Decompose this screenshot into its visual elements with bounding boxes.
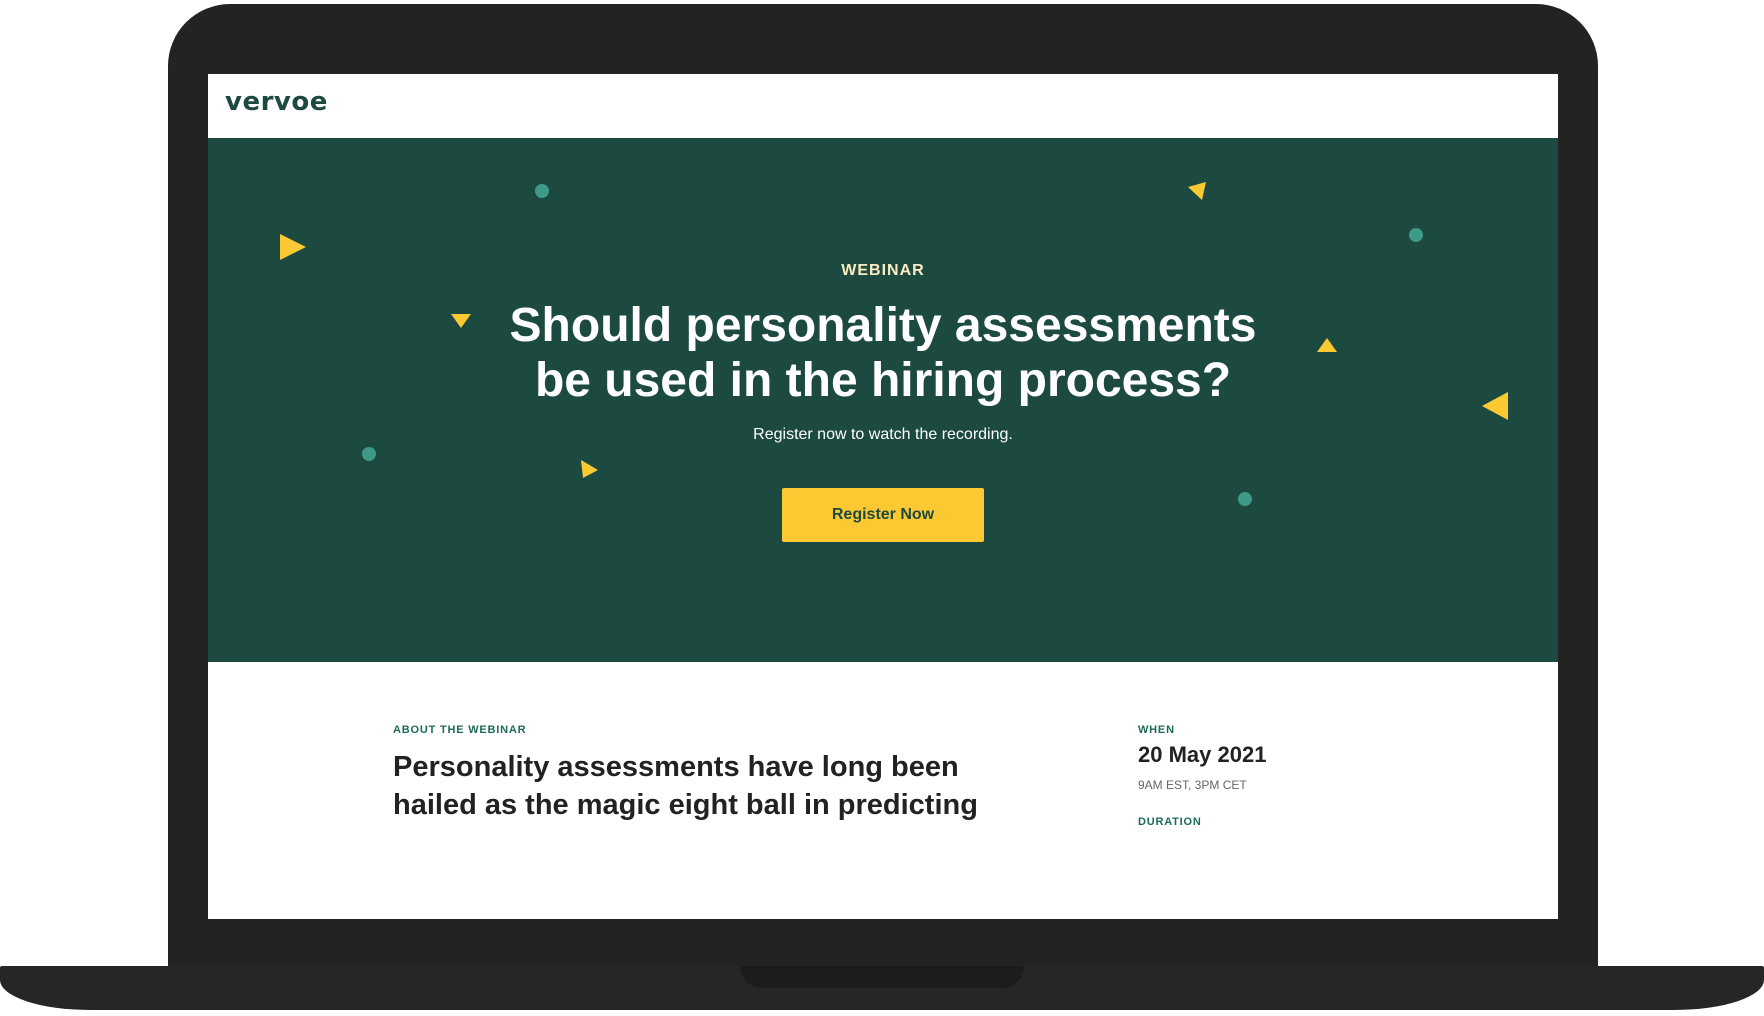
decor-dot-icon — [362, 447, 376, 461]
when-label: WHEN — [1138, 724, 1175, 736]
decor-triangle-icon — [581, 460, 598, 478]
decor-triangle-icon — [280, 234, 306, 260]
about-webinar-label: ABOUT THE WEBINAR — [393, 724, 527, 736]
decor-dot-icon — [1409, 228, 1423, 242]
register-now-button[interactable]: Register Now — [782, 488, 984, 542]
event-date: 20 May 2021 — [1138, 742, 1267, 767]
page-title-line: Should personality assessments — [509, 299, 1257, 352]
webinar-eyebrow: WEBINAR — [841, 262, 925, 279]
browser-screen: vervoe WEBINAR Should personality assess… — [208, 74, 1558, 919]
page-title: Should personality assessments be used i… — [208, 298, 1558, 408]
vervoe-logo[interactable]: vervoe — [225, 87, 328, 117]
about-heading-line: hailed as the magic eight ball in predic… — [393, 789, 978, 821]
hero-subtitle: Register now to watch the recording. — [753, 426, 1013, 443]
decor-triangle-icon — [1188, 182, 1206, 200]
event-time: 9AM EST, 3PM CET — [1138, 778, 1247, 792]
laptop-notch — [740, 966, 1024, 988]
decor-dot-icon — [1238, 492, 1252, 506]
duration-label: DURATION — [1138, 816, 1202, 828]
page-title-line: be used in the hiring process? — [534, 354, 1232, 407]
laptop-mockup: vervoe WEBINAR Should personality assess… — [0, 0, 1764, 1016]
hero-banner: WEBINAR Should personality assessments b… — [208, 138, 1558, 662]
about-heading: Personality assessments have long been h… — [393, 748, 1023, 824]
decor-dot-icon — [535, 184, 549, 198]
site-header: vervoe — [208, 74, 1558, 138]
about-heading-line: Personality assessments have long been — [393, 751, 959, 783]
